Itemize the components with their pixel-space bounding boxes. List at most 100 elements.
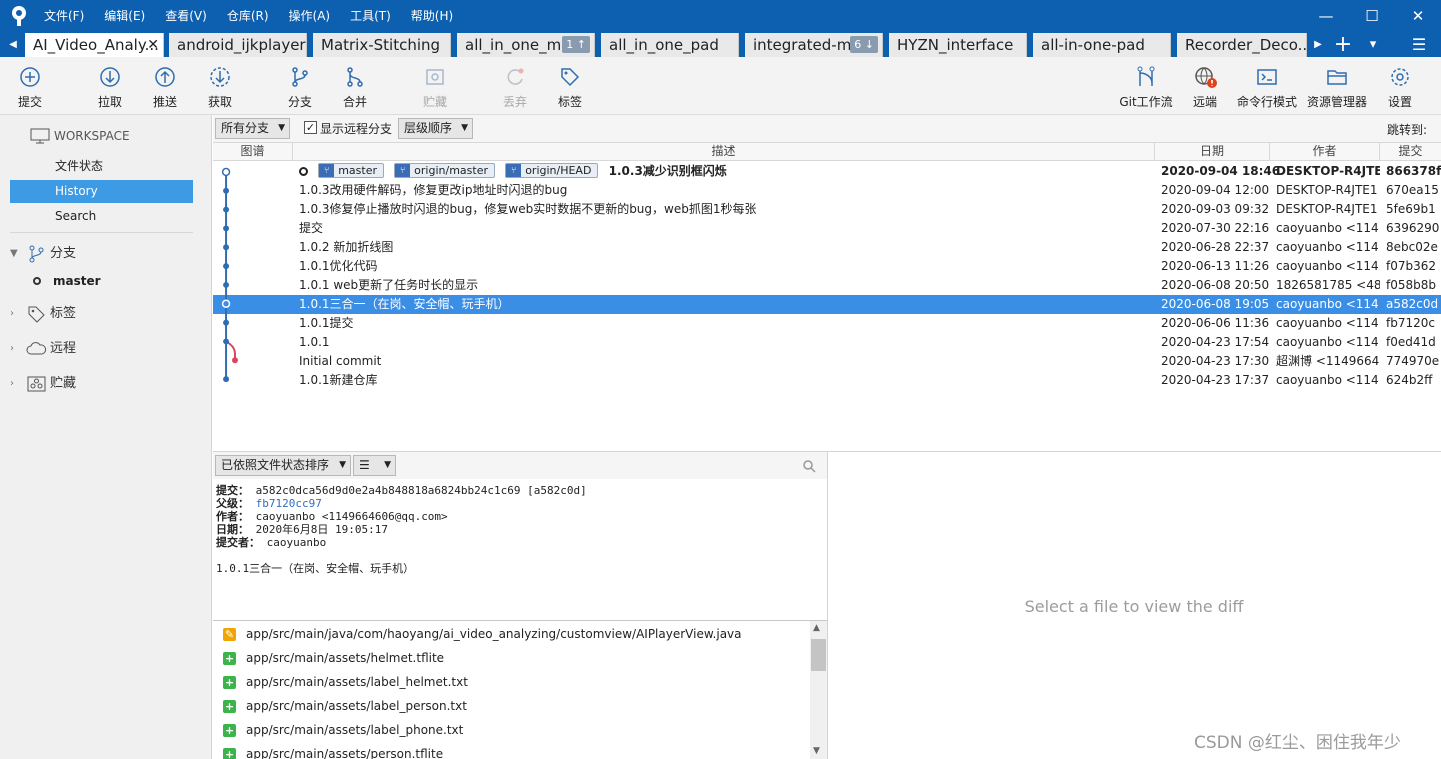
tab-label: all-in-one-pad <box>1041 36 1145 54</box>
sidebar-item-file-status[interactable]: 文件状态 <box>10 155 193 178</box>
commit-message: 1.0.1优化代码 <box>299 259 378 273</box>
commit-row[interactable]: 1.0.1提交 2020-06-06 11:36 caoyuanbo <114 fb7… <box>213 314 1441 333</box>
branch-filter-dropdown[interactable]: 所有分支 ▼ <box>215 118 290 139</box>
commit-row[interactable]: 提交 2020-07-30 22:16 caoyuanbo <114 6396290 <box>213 219 1441 238</box>
hamburger-menu-icon[interactable]: ☰ <box>1408 31 1430 57</box>
menu-view[interactable]: 查看(V) <box>155 7 217 24</box>
parent-hash-link[interactable]: fb7120cc97 <box>256 497 322 510</box>
col-date[interactable]: 日期 <box>1155 143 1270 160</box>
commit-row[interactable]: 1.0.1 web更新了任务时长的显示 2020-06-08 20:50 18265… <box>213 276 1441 295</box>
commit-author: DESKTOP-R4JTE1 <box>1276 202 1378 216</box>
tag-button[interactable]: 标签 <box>540 57 600 115</box>
commit-row[interactable]: ⑂ master ⑂ origin/master ⑂ origin/HEAD 1.0.… <box>213 162 1441 181</box>
graph-node <box>223 319 230 326</box>
commit-author: caoyuanbo <114 <box>1276 240 1379 254</box>
file-list-scrollbar[interactable]: ▲ ▼ <box>810 621 827 759</box>
commit-row[interactable]: 1.0.2 新加折线图 2020-06-28 22:37 caoyuanbo <11… <box>213 238 1441 257</box>
tab-hyzn-interface[interactable]: HYZN_interface <box>889 33 1027 57</box>
merge-button[interactable]: 合并 <box>325 57 385 115</box>
menu-bar: 文件(F) 编辑(E) 查看(V) 仓库(R) 操作(A) 工具(T) 帮助(H… <box>34 0 463 31</box>
menu-tools[interactable]: 工具(T) <box>340 7 401 24</box>
commit-row[interactable]: 1.0.1优化代码 2020-06-13 11:26 caoyuanbo <114 f… <box>213 257 1441 276</box>
branch-master[interactable]: master <box>33 274 101 288</box>
workspace-label: WORKSPACE <box>54 129 130 143</box>
remote-button[interactable]: 远端 <box>1175 57 1235 115</box>
modified-file-icon: ✎ <box>223 627 236 641</box>
git-flow-button[interactable]: Git工作流 <box>1116 57 1176 115</box>
file-item[interactable]: ✎ app/src/main/java/com/haoyang/ai_video_… <box>223 622 742 646</box>
tab-android-ijkplayer[interactable]: android_ijkplayer <box>169 33 307 57</box>
order-value: 层级顺序 <box>404 121 453 135</box>
commit-button[interactable]: 提交 <box>0 57 60 115</box>
file-path: app/src/main/assets/label_person.txt <box>246 699 467 713</box>
search-icon[interactable] <box>802 459 816 473</box>
col-graph[interactable]: 图谱 <box>213 143 293 160</box>
file-item[interactable]: + app/src/main/assets/helmet.tflite <box>223 646 444 670</box>
view-mode-dropdown[interactable]: ☰ ▼ <box>353 455 396 476</box>
commit-row[interactable]: 1.0.1新建仓库 2020-04-23 17:37 caoyuanbo <114 6… <box>213 371 1441 390</box>
commit-row[interactable]: Initial commit 2020-04-23 17:30 超渊博 <11496… <box>213 352 1441 371</box>
tab-all-in-one-pad[interactable]: all_in_one_pad <box>601 33 739 57</box>
branch-label: 分支 <box>287 95 312 109</box>
minimize-button[interactable]: — <box>1303 0 1349 31</box>
discard-button[interactable]: 丢弃 <box>485 57 545 115</box>
tag-label: 标签 <box>557 95 582 109</box>
col-commit[interactable]: 提交 <box>1380 143 1441 160</box>
file-item[interactable]: + app/src/main/assets/label_person.txt <box>223 694 467 718</box>
sidebar-item-history[interactable]: History <box>10 180 193 203</box>
menu-help[interactable]: 帮助(H) <box>401 7 463 24</box>
col-description[interactable]: 描述 <box>293 143 1155 160</box>
behind-badge: 6 ↓ <box>850 36 878 53</box>
tab-ai-video-analyzing[interactable]: AI_Video_Analy... ✕ <box>25 33 164 57</box>
sidebar-item-search[interactable]: Search <box>10 205 193 228</box>
file-item[interactable]: + app/src/main/assets/label_helmet.txt <box>223 670 468 694</box>
scroll-down-icon[interactable]: ▼ <box>813 746 820 756</box>
menu-repository[interactable]: 仓库(R) <box>217 7 279 24</box>
fetch-button[interactable]: 获取 <box>190 57 250 115</box>
tab-scroll-right-icon[interactable]: ▶ <box>1307 31 1329 57</box>
sidebar-section-stashes[interactable]: › 贮藏 <box>10 372 76 396</box>
sidebar-section-remotes[interactable]: › 远程 <box>10 337 76 361</box>
scroll-up-icon[interactable]: ▲ <box>813 623 820 633</box>
commit-date: 2020-07-30 22:16 <box>1161 221 1270 235</box>
menu-edit[interactable]: 编辑(E) <box>94 7 155 24</box>
commit-row[interactable]: 1.0.1 2020-04-23 17:54 caoyuanbo <114 f0ed4… <box>213 333 1441 352</box>
stash-button[interactable]: 贮藏 <box>405 57 465 115</box>
branch-button[interactable]: 分支 <box>270 57 330 115</box>
tab-all-in-one-ma[interactable]: all_in_one_ma 1 ↑ <box>457 33 595 57</box>
file-item[interactable]: + app/src/main/assets/person.tflite <box>223 742 443 759</box>
menu-actions[interactable]: 操作(A) <box>279 7 341 24</box>
push-button[interactable]: 推送 <box>135 57 195 115</box>
settings-button[interactable]: 设置 <box>1370 57 1430 115</box>
commit-row[interactable]: 1.0.3修复停止播放时闪退的bug，修复web实时数据不更新的bug，web抓… <box>213 200 1441 219</box>
tab-scroll-left-icon[interactable]: ◀ <box>2 31 24 57</box>
sidebar-section-tags[interactable]: › 标签 <box>10 302 76 326</box>
add-tab-icon[interactable]: + <box>1332 31 1354 57</box>
chevron-down-icon: ▼ <box>278 123 285 133</box>
explorer-button[interactable]: 资源管理器 <box>1307 57 1367 115</box>
show-remote-checkbox[interactable]: ✓ <box>304 121 317 134</box>
pull-button[interactable]: 拉取 <box>80 57 140 115</box>
terminal-button[interactable]: 命令行模式 <box>1237 57 1297 115</box>
tab-list-dropdown-icon[interactable]: ▾ <box>1362 31 1384 57</box>
order-dropdown[interactable]: 层级顺序 ▼ <box>398 118 473 139</box>
push-icon <box>155 67 175 87</box>
jump-to-label[interactable]: 跳转到: <box>1387 121 1427 138</box>
tab-recorder-deco[interactable]: Recorder_Deco... <box>1177 33 1307 57</box>
file-sort-dropdown[interactable]: 已依照文件状态排序 ▼ <box>215 455 351 476</box>
graph-node <box>223 206 230 213</box>
maximize-button[interactable]: ☐ <box>1349 0 1395 31</box>
close-button[interactable]: ✕ <box>1395 0 1441 31</box>
tab-close-icon[interactable]: ✕ <box>147 33 159 57</box>
sidebar-section-branches[interactable]: ▼ 分支 <box>10 242 76 266</box>
file-item[interactable]: + app/src/main/assets/label_phone.txt <box>223 718 463 742</box>
tab-all-in-one-pad-2[interactable]: all-in-one-pad <box>1033 33 1171 57</box>
scrollbar-thumb[interactable] <box>811 639 826 671</box>
commit-row[interactable]: 1.0.3改用硬件解码，修复更改ip地址时闪退的bug 2020-09-04 12… <box>213 181 1441 200</box>
tab-integrated-ma[interactable]: integrated-ma 6 ↓ <box>745 33 883 57</box>
tab-matrix-stitching[interactable]: Matrix-Stitching <box>313 33 451 57</box>
graph-node <box>223 187 230 194</box>
commit-row-selected[interactable]: 1.0.1三合一（在岗、安全帽、玩手机） 2020-06-08 19:05 caoy… <box>213 295 1441 314</box>
menu-file[interactable]: 文件(F) <box>34 7 94 24</box>
col-author[interactable]: 作者 <box>1270 143 1380 160</box>
